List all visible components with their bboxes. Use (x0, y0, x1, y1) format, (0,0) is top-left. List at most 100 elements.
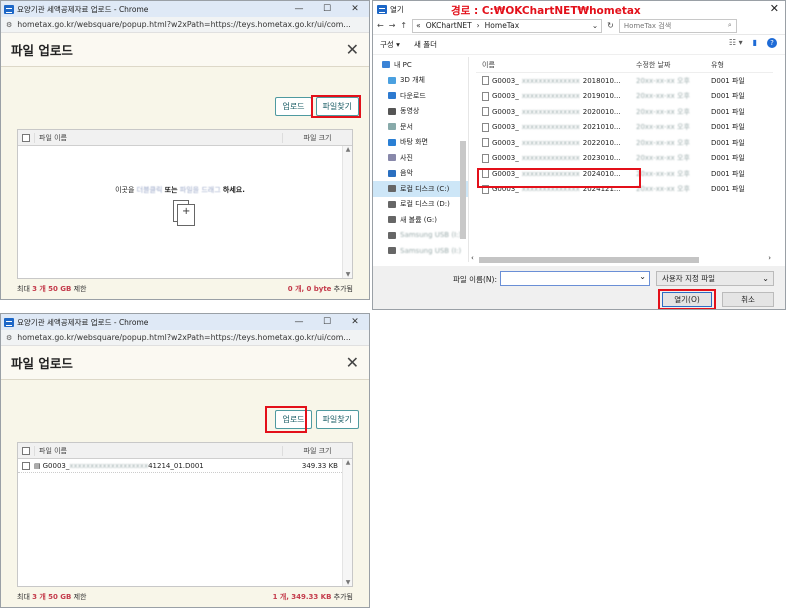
tree-item[interactable]: Samsung USB (I:) (373, 243, 468, 259)
tree-item[interactable]: 새 볼륨 (G:) (373, 212, 468, 228)
maximize-button[interactable]: ☐ (313, 4, 341, 14)
folder-icon (388, 231, 396, 239)
site-info-icon[interactable]: ⚙ (6, 21, 12, 29)
list-item[interactable]: G0003_ xxxxxxxxxxxxxx 2018010... 20xx-xx-xx… (476, 73, 773, 89)
tree-item[interactable]: 다운로드 (373, 88, 468, 104)
folder-icon (388, 92, 396, 100)
minimize-button[interactable]: — (285, 317, 313, 327)
folder-icon (388, 138, 396, 146)
file-grid[interactable]: 파일 이름 파일 크기 이곳을 더블클릭 또는 파일을 드래그 하세요. ▲ ▼ (17, 129, 353, 279)
maximize-button[interactable]: ☐ (313, 317, 341, 327)
tree-item[interactable]: 문서 (373, 119, 468, 135)
tree-item[interactable]: 3D 개체 (373, 73, 468, 89)
dialog-title: 파일 업로드 (11, 43, 73, 58)
cancel-button[interactable]: 취소 (722, 292, 774, 307)
scroll-down-icon[interactable]: ▼ (343, 579, 353, 586)
table-row[interactable]: ▤ G0003_xxxxxxxxxxxxxxxxxxx41214_01.D001… (18, 459, 342, 473)
filetype-select[interactable]: 사용자 지정 파일 (656, 271, 774, 286)
file-icon: ▤ (34, 461, 41, 470)
dialog-close-icon[interactable]: ✕ (346, 40, 359, 59)
select-all-checkbox[interactable] (22, 446, 30, 455)
scroll-right-icon[interactable]: › (768, 254, 771, 262)
row-checkbox[interactable] (22, 461, 30, 470)
view-options-icon[interactable]: ☷ ▾ (729, 38, 743, 48)
list-item[interactable]: G0003_ xxxxxxxxxxxxxx 2023010... 20xx-xx-xx… (476, 151, 773, 167)
tree-item[interactable]: 바탕 화면 (373, 135, 468, 151)
site-info-icon[interactable]: ⚙ (6, 334, 12, 342)
close-button[interactable]: ✕ (341, 317, 369, 327)
hscroll-thumb[interactable] (479, 257, 699, 263)
refresh-icon[interactable]: ↻ (607, 21, 614, 30)
filename-input[interactable] (500, 271, 650, 286)
dialog-header: 파일 업로드 ✕ (1, 346, 369, 380)
scroll-up-icon[interactable]: ▲ (343, 146, 353, 153)
preview-pane-icon[interactable]: ▮ (753, 38, 757, 48)
list-item[interactable]: G0003_ xxxxxxxxxxxxxx 2019010... 20xx-xx-xx… (476, 89, 773, 105)
list-item[interactable]: G0003_ xxxxxxxxxxxxxx 2020010... 20xx-xx-xx… (476, 104, 773, 120)
navigation-bar: ← → ↑ « OKChartNET › HomeTax ⌄ ↻ HomeTax… (373, 17, 785, 35)
scroll-up-icon[interactable]: ▲ (343, 459, 353, 466)
url-text: hometax.go.kr/websquare/popup.html?w2xPa… (17, 333, 351, 342)
dialog-close-icon[interactable]: ✕ (346, 353, 359, 372)
col-file-size: 파일 크기 (282, 445, 352, 456)
file-list-hscroll[interactable]: ‹ › (469, 254, 773, 264)
col-date[interactable]: 수정한 날짜 (636, 60, 711, 70)
up-arrow-icon[interactable]: ↑ (400, 21, 407, 30)
address-bar[interactable]: ⚙ hometax.go.kr/websquare/popup.html?w2x… (1, 330, 369, 346)
col-type[interactable]: 유형 (711, 60, 773, 70)
navigation-tree[interactable]: 내 PC 3D 개체 다운로드 동영상 문서 바탕 화면 사진 음악 로컬 디스크 (C:) 로컬… (373, 57, 469, 262)
grid-header: 파일 이름 파일 크기 (18, 130, 352, 146)
forward-arrow-icon[interactable]: → (389, 21, 396, 30)
back-arrow-icon[interactable]: ← (377, 21, 384, 30)
scroll-left-icon[interactable]: ‹ (471, 254, 474, 262)
tree-item[interactable]: 사진 (373, 150, 468, 166)
file-list-header: 이름 수정한 날짜 유형 (476, 57, 773, 73)
list-item[interactable]: G0003_ xxxxxxxxxxxxxx 2022010... 20xx-xx-xx… (476, 135, 773, 151)
close-button[interactable]: ✕ (341, 4, 369, 14)
col-file-name: 파일 이름 (34, 132, 282, 143)
select-all-checkbox[interactable] (22, 133, 30, 142)
file-grid[interactable]: 파일 이름 파일 크기 ▤ G0003_xxxxxxxxxxxxxxxxxxx4… (17, 442, 353, 587)
search-icon: ⌕ (727, 21, 732, 29)
col-name[interactable]: 이름 (476, 60, 636, 70)
file-icon (482, 153, 489, 163)
tree-item[interactable]: 내 PC (373, 57, 468, 73)
find-file-button[interactable]: 파일찾기 (315, 410, 359, 429)
tree-scroll-thumb[interactable] (460, 141, 466, 239)
add-file-icon[interactable] (173, 200, 195, 226)
list-item[interactable]: G0003_ xxxxxxxxxxxxxx 2021010... 20xx-xx-xx… (476, 120, 773, 136)
tree-item[interactable]: 로컬 디스크 (C:) (373, 181, 468, 197)
address-path[interactable]: « OKChartNET › HomeTax ⌄ (412, 18, 603, 33)
new-folder-button[interactable]: 새 폴더 (414, 39, 437, 50)
help-icon[interactable]: ? (767, 38, 777, 48)
grid-footer: 최대 3 개 50 GB 제한 1 개, 349.33 KB 추가됨 (17, 593, 353, 601)
file-list[interactable]: 이름 수정한 날짜 유형 G0003_ xxxxxxxxxxxxxx 2018010… (476, 57, 773, 257)
scroll-down-icon[interactable]: ▼ (343, 271, 353, 278)
organize-menu[interactable]: 구성 ▾ (380, 39, 400, 50)
minimize-button[interactable]: — (285, 4, 313, 14)
upload-button[interactable]: 업로드 (275, 97, 312, 116)
tree-scrollbar[interactable] (459, 65, 467, 255)
tree-item[interactable]: 로컬 디스크 (D:) (373, 197, 468, 213)
folder-icon (388, 185, 396, 193)
dialog-app-icon (377, 4, 387, 14)
chevron-down-icon[interactable]: ⌄ (592, 21, 601, 30)
tree-item[interactable]: 음악 (373, 166, 468, 182)
grid-footer: 최대 3 개 50 GB 제한 0 개, 0 byte 추가됨 (17, 285, 353, 293)
filename-label: 파일 이름(N): (453, 275, 497, 284)
browser-titlebar: 요양기관 세액공제자료 업로드 - Chrome — ☐ ✕ (1, 314, 369, 330)
upload-window-after: 요양기관 세액공제자료 업로드 - Chrome — ☐ ✕ ⚙ hometax… (0, 313, 370, 608)
grid-scrollbar[interactable]: ▲ ▼ (342, 459, 352, 586)
dialog-close-button[interactable]: ✕ (770, 2, 779, 15)
tree-item[interactable]: Samsung USB (I:) (373, 228, 468, 244)
dialog-title: 파일 업로드 (11, 356, 73, 371)
grid-scrollbar[interactable]: ▲ ▼ (342, 146, 352, 278)
dialog-title: 열기 (390, 4, 404, 14)
folder-icon (388, 154, 396, 162)
file-icon (482, 76, 489, 86)
tree-item[interactable]: 동영상 (373, 104, 468, 120)
search-input[interactable]: HomeTax 검색 ⌕ (618, 18, 737, 33)
folder-icon (388, 200, 396, 208)
address-bar[interactable]: ⚙ hometax.go.kr/websquare/popup.html?w2x… (1, 17, 369, 33)
folder-icon (388, 247, 396, 255)
